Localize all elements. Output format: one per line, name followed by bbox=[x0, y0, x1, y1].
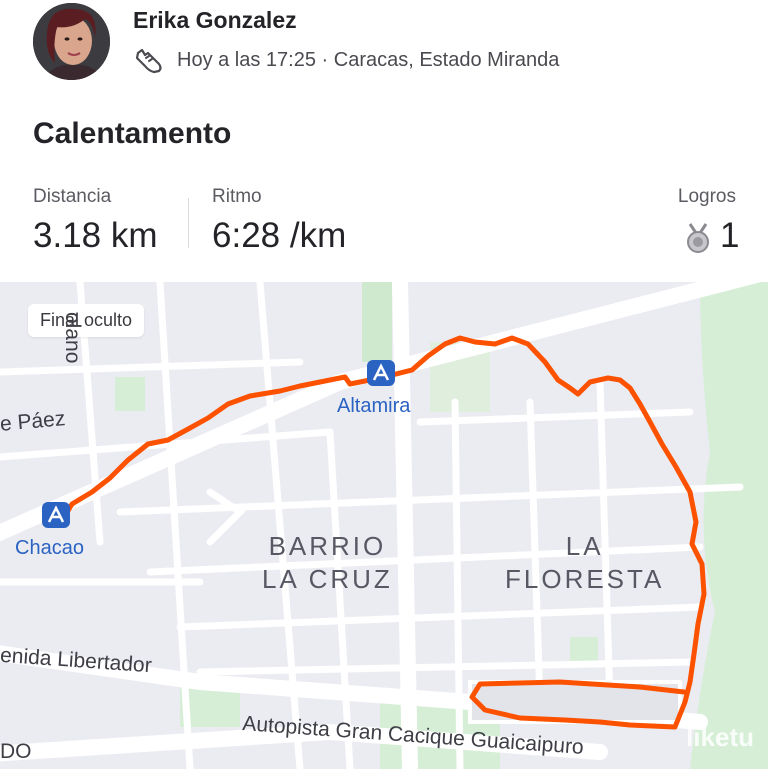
metro-marker-chacao bbox=[42, 502, 70, 528]
activity-meta: Hoy a las 17:25 · Caracas, Estado Mirand… bbox=[177, 49, 560, 71]
distance-value: 3.18 km bbox=[33, 216, 158, 255]
road-label-olano: olano bbox=[61, 312, 84, 364]
route-map[interactable]: Final oculto Altamira Chacao BARRIO LA C… bbox=[0, 282, 768, 769]
achievements-value: 1 bbox=[720, 216, 740, 255]
stats-divider bbox=[188, 198, 189, 248]
distance-label: Distancia bbox=[33, 186, 112, 207]
medal-icon bbox=[684, 223, 712, 253]
watermark: liketu bbox=[686, 722, 754, 752]
privacy-chip: Final oculto bbox=[28, 304, 145, 337]
achievements-label: Logros bbox=[677, 186, 736, 207]
shoe-icon bbox=[133, 45, 165, 77]
metro-marker-altamira bbox=[367, 360, 395, 386]
station-label-chacao: Chacao bbox=[15, 537, 84, 559]
pace-value: 6:28 /km bbox=[212, 216, 347, 255]
station-label-altamira: Altamira bbox=[337, 395, 411, 417]
user-name[interactable]: Erika Gonzalez bbox=[133, 7, 297, 34]
pace-label: Ritmo bbox=[212, 186, 262, 207]
road-label-do: DO bbox=[0, 740, 32, 763]
map-canvas bbox=[0, 282, 768, 769]
area-label-barrio-la-cruz: BARRIO LA CRUZ bbox=[262, 531, 393, 594]
avatar[interactable] bbox=[33, 3, 110, 80]
area-label-la-floresta: LA FLORESTA bbox=[505, 531, 665, 594]
activity-title[interactable]: Calentamento bbox=[33, 117, 231, 151]
